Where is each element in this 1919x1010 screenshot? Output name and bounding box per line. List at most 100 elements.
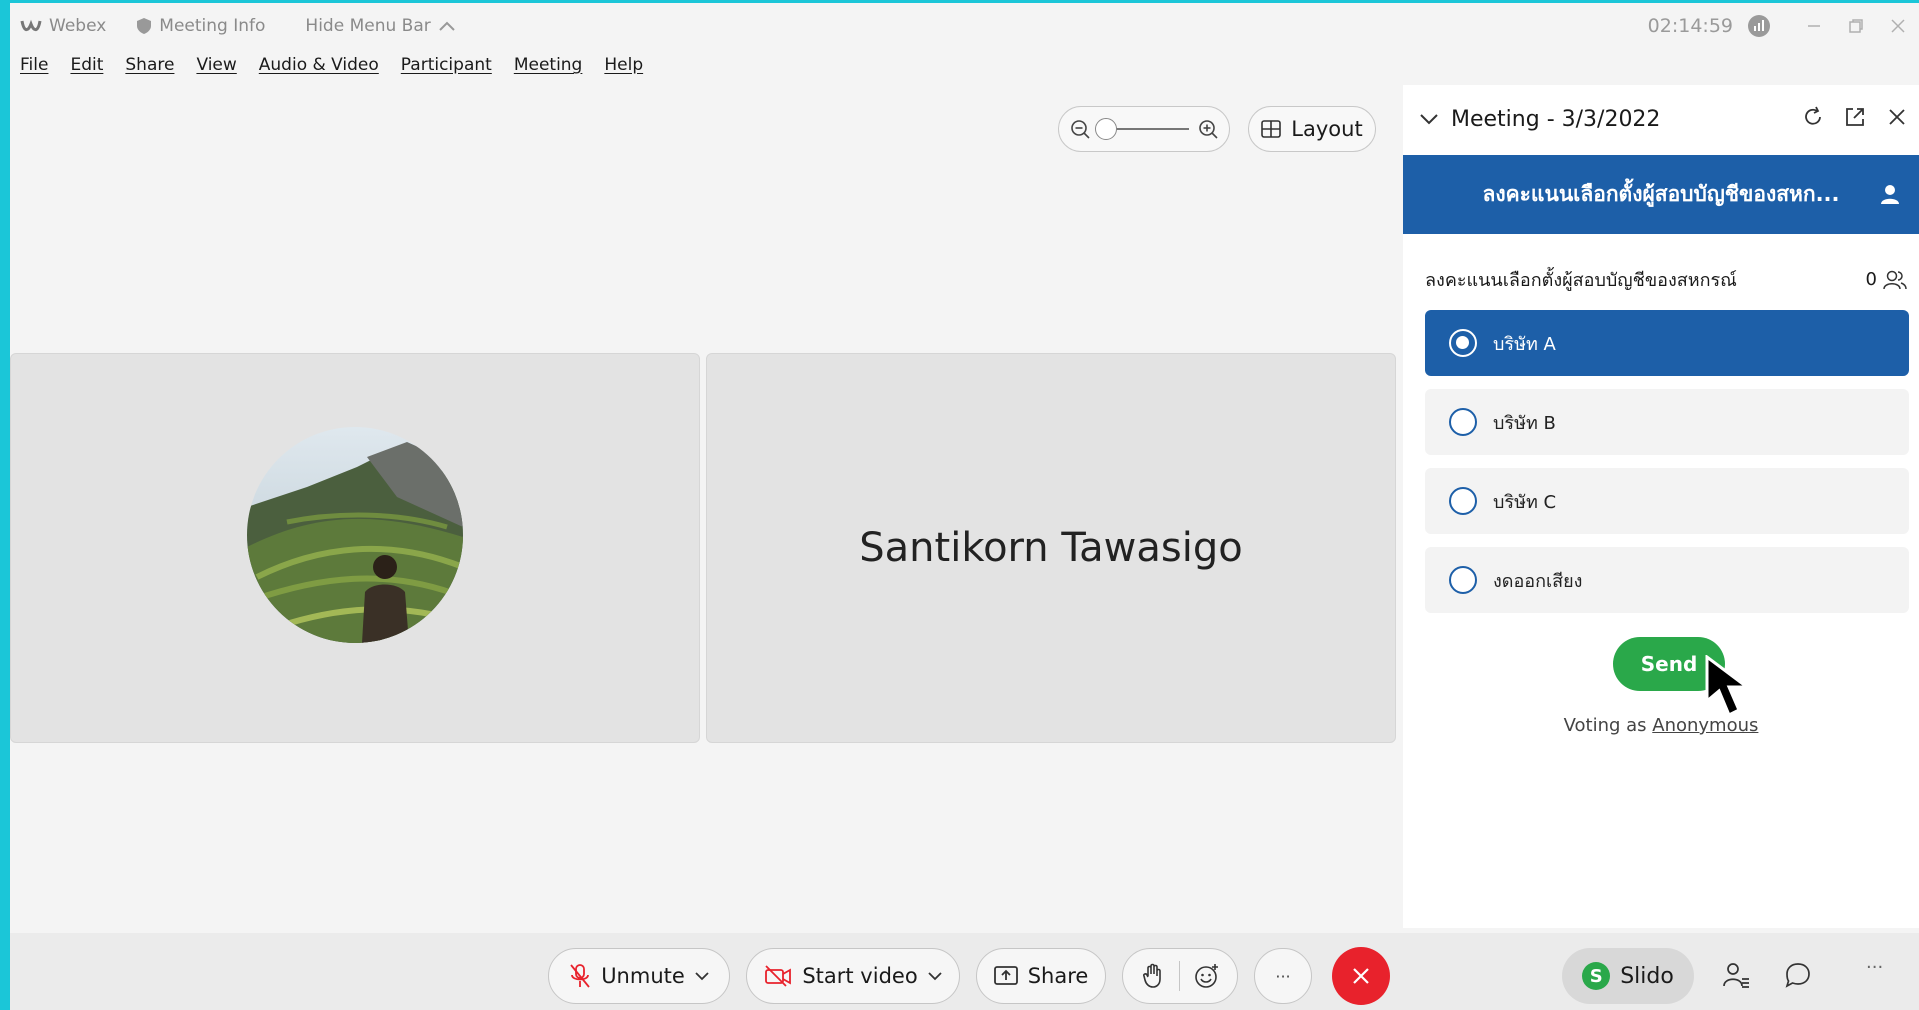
start-video-label: Start video [802,964,918,988]
app-name: Webex [49,16,107,36]
chevron-down-icon[interactable] [1419,112,1439,126]
reactions-group [1122,948,1238,1004]
menu-view[interactable]: View [196,55,236,85]
divider [1178,961,1180,991]
video-off-icon [765,965,792,987]
chat-icon[interactable] [1784,961,1812,989]
restore-button[interactable] [1835,3,1877,49]
participants-icon [1883,270,1907,289]
hide-menu-label: Hide Menu Bar [305,16,431,36]
microphone-muted-icon [570,964,590,988]
response-count-value: 0 [1865,269,1877,290]
poll-option-label: บริษัท B [1493,412,1556,434]
poll-option-label: บริษัท C [1493,491,1557,513]
emoji-reaction-icon[interactable] [1194,963,1220,989]
poll-option-label: งดออกเสียง [1493,570,1583,592]
poll-option-b[interactable]: บริษัท B [1425,389,1909,455]
slido-logo-icon: S [1582,962,1611,990]
zoom-slider-knob[interactable] [1095,118,1117,140]
end-call-button[interactable] [1332,947,1390,1005]
anonymous-link[interactable]: Anonymous [1652,715,1758,736]
chevron-up-icon [439,21,455,31]
poll-banner-title: ลงคะแนนเลือกตั้งผู้สอบบัญชีของสหก... [1482,182,1840,206]
refresh-icon[interactable] [1801,105,1825,129]
zoom-in-icon[interactable] [1197,118,1219,140]
restore-icon [1849,19,1863,33]
menu-bar: File Edit Share View Audio & Video Parti… [20,55,643,85]
layout-button[interactable]: Layout [1248,106,1376,152]
poll-option-abstain[interactable]: งดออกเสียง [1425,547,1909,613]
raise-hand-icon[interactable] [1141,963,1165,989]
slido-label: Slido [1620,963,1674,989]
close-icon[interactable] [1885,105,1909,129]
mouse-pointer-icon [1705,655,1752,718]
close-icon [1353,968,1369,984]
layout-label: Layout [1291,117,1363,141]
poll-question-row: ลงคะแนนเลือกตั้งผู้สอบบัญชีของสหกรณ์ 0 [1425,265,1907,294]
close-icon [1891,19,1905,33]
hide-menu-bar-button[interactable]: Hide Menu Bar [305,16,455,36]
minimize-icon [1808,25,1820,27]
radio-button[interactable] [1449,487,1477,515]
title-bar: Webex Meeting Info Hide Menu Bar 02:14:5… [10,3,1919,49]
network-signal-icon[interactable] [1747,14,1771,38]
menu-help[interactable]: Help [604,55,643,85]
chevron-down-icon[interactable] [928,971,942,981]
meeting-clock: 02:14:59 [1647,15,1733,37]
voting-prefix: Voting as [1563,715,1647,736]
meeting-info-label: Meeting Info [159,16,266,36]
video-tile-self[interactable] [10,353,700,743]
menu-meeting[interactable]: Meeting [514,55,583,85]
menu-edit[interactable]: Edit [70,55,103,85]
share-button[interactable]: Share [976,948,1106,1004]
poll-option-a[interactable]: บริษัท A [1425,310,1909,376]
start-video-button[interactable]: Start video [746,948,960,1004]
layout-grid-icon [1261,120,1282,138]
menu-share[interactable]: Share [125,55,174,85]
webex-logo-icon [20,19,42,32]
poll-banner: ลงคะแนนเลือกตั้งผู้สอบบัญชีของสหก... [1403,155,1919,234]
close-window-button[interactable] [1877,3,1919,49]
radio-button[interactable] [1449,566,1477,594]
meeting-controls-bar: Unmute Start video Share ··· S Slido ··· [10,933,1919,1010]
user-icon [1881,185,1899,204]
panel-header-actions [1801,105,1909,129]
zoom-slider[interactable] [1095,118,1189,140]
avatar-photo [247,427,463,643]
chevron-down-icon[interactable] [695,971,709,981]
more-panels-button[interactable]: ··· [1866,957,1883,978]
meeting-panel: Meeting - 3/3/2022 ลงคะแนนเลือกตั้งผู้สอ… [1403,85,1919,928]
response-count: 0 [1866,265,1907,294]
menu-file[interactable]: File [20,55,48,85]
participants-list-icon[interactable] [1722,961,1750,989]
more-options-button[interactable]: ··· [1254,948,1312,1004]
zoom-control [1058,106,1230,152]
unmute-label: Unmute [601,964,685,988]
minimize-button[interactable] [1793,3,1835,49]
unmute-button[interactable]: Unmute [548,948,730,1004]
radio-button-selected[interactable] [1449,329,1477,357]
panel-title: Meeting - 3/3/2022 [1451,106,1661,132]
title-bar-right: 02:14:59 [1648,3,1919,49]
meeting-info-button[interactable]: Meeting Info [136,16,265,36]
zoom-out-icon[interactable] [1069,118,1091,140]
participant-name: Santikorn Tawasigo [859,525,1243,571]
video-tile-participant[interactable]: Santikorn Tawasigo [706,353,1396,743]
menu-audio-video[interactable]: Audio & Video [259,55,379,85]
pop-out-icon[interactable] [1843,105,1867,129]
poll-option-c[interactable]: บริษัท C [1425,468,1909,534]
share-screen-icon [993,966,1018,985]
more-label: ··· [1275,966,1291,986]
panel-header: Meeting - 3/3/2022 [1403,85,1919,153]
radio-button[interactable] [1449,408,1477,436]
slido-button[interactable]: S Slido [1562,948,1694,1004]
shield-icon [137,18,152,34]
webex-app-label[interactable]: Webex [20,16,106,36]
participant-avatar [247,427,463,643]
menu-participant[interactable]: Participant [401,55,492,85]
poll-option-label: บริษัท A [1493,333,1556,355]
webex-window: Webex Meeting Info Hide Menu Bar 02:14:5… [10,3,1919,1010]
poll-question: ลงคะแนนเลือกตั้งผู้สอบบัญชีของสหกรณ์ [1425,270,1737,291]
share-label: Share [1027,964,1089,988]
voting-as-text: Voting as Anonymous [1403,715,1919,736]
